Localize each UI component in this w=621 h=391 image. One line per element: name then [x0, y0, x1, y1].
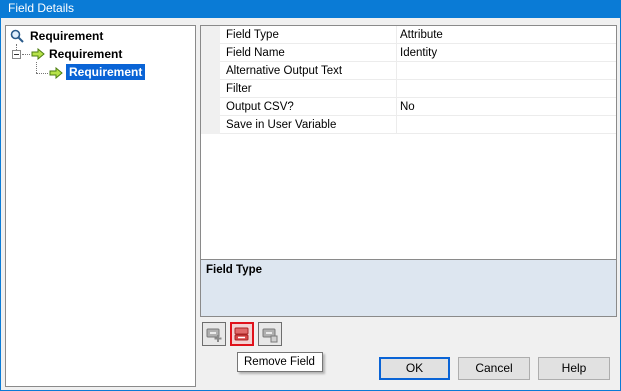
property-row[interactable]: Field Name Identity [201, 44, 616, 62]
edit-field-button[interactable] [258, 322, 282, 346]
window-title: Field Details [8, 1, 75, 15]
property-key: Output CSV? [226, 101, 294, 113]
property-row[interactable]: Field Type Attribute [201, 26, 616, 44]
property-key: Save in User Variable [226, 119, 337, 131]
property-value[interactable]: Attribute [400, 26, 612, 44]
property-key: Field Type [226, 29, 279, 41]
row-gutter [201, 26, 220, 44]
add-field-button[interactable] [202, 322, 226, 346]
tree-connector [36, 73, 48, 74]
remove-field-tooltip: Remove Field [237, 352, 323, 372]
row-gutter [201, 62, 220, 80]
column-divider [396, 98, 397, 116]
tree-item-selected-label: Requirement [66, 64, 146, 80]
row-gutter [201, 44, 220, 62]
row-gutter [201, 80, 220, 98]
tree-item-root-label: Requirement [30, 29, 104, 43]
property-row[interactable]: Output CSV? No [201, 98, 616, 116]
remove-field-icon [234, 327, 249, 341]
magnifier-icon [10, 29, 24, 43]
property-key: Alternative Output Text [226, 65, 343, 77]
add-field-icon [206, 328, 222, 342]
row-gutter [201, 116, 220, 134]
property-description-panel: Field Type [200, 259, 617, 317]
property-key: Field Name [226, 47, 285, 59]
tree-item-root[interactable]: Requirement [30, 28, 103, 44]
tree-item-child-label: Requirement [49, 47, 123, 61]
column-divider [396, 80, 397, 98]
collapse-toggle-icon[interactable] [12, 50, 21, 59]
remove-field-button[interactable] [230, 322, 254, 346]
property-row[interactable]: Filter [201, 80, 616, 98]
column-divider [396, 62, 397, 80]
tree-connector [36, 62, 37, 73]
title-bar: Field Details [0, 0, 621, 18]
row-gutter [201, 98, 220, 116]
property-row[interactable]: Save in User Variable [201, 116, 616, 134]
column-divider [396, 44, 397, 62]
property-value[interactable]: No [400, 98, 612, 116]
property-value[interactable] [400, 62, 612, 80]
ok-button[interactable]: OK [379, 357, 450, 380]
property-grid[interactable]: Field Type Attribute Field Name Identity… [200, 25, 617, 273]
tree-item-selected[interactable]: Requirement [66, 64, 146, 80]
cancel-button[interactable]: Cancel [458, 357, 530, 380]
property-row[interactable]: Alternative Output Text [201, 62, 616, 80]
column-divider [396, 26, 397, 44]
field-tree[interactable]: Requirement Requirement Requirement [5, 25, 196, 387]
dialog-client-area: Requirement Requirement Requirement Fiel… [1, 18, 620, 390]
description-title: Field Type [206, 264, 263, 276]
property-key: Filter [226, 83, 252, 95]
tree-item-child[interactable]: Requirement [49, 46, 122, 62]
property-value[interactable] [400, 80, 612, 98]
edit-field-icon [262, 328, 278, 343]
property-value[interactable]: Identity [400, 44, 612, 62]
column-divider [396, 116, 397, 134]
help-button[interactable]: Help [538, 357, 610, 380]
green-arrow-icon [31, 48, 45, 60]
tree-connector [22, 54, 30, 55]
property-value[interactable] [400, 116, 612, 134]
green-arrow-icon [49, 67, 63, 79]
